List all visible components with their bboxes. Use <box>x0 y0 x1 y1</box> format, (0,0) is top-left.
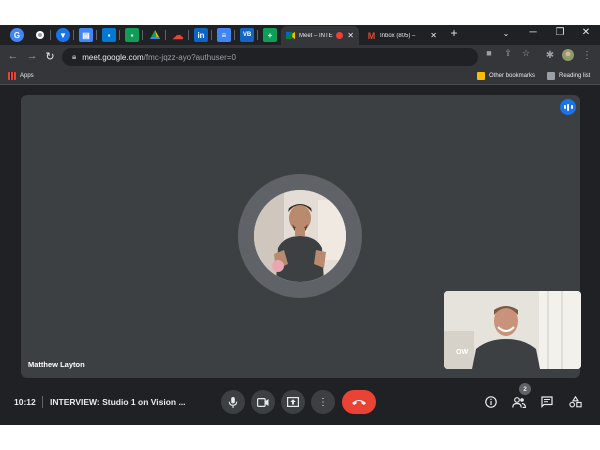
pinned-tab-icon[interactable]: VB <box>240 28 254 42</box>
folder-icon <box>477 72 485 80</box>
participant-name: Matthew Layton <box>28 360 85 369</box>
meeting-info-button[interactable] <box>483 394 499 410</box>
participant-photo <box>254 190 346 282</box>
self-view-tile[interactable]: OW <box>444 291 581 369</box>
url-path: /fmc-jqzz-ayo?authuser=0 <box>143 52 236 62</box>
more-options-button[interactable]: ⋮ <box>311 390 335 414</box>
lock-icon: 🔒︎ <box>72 52 77 61</box>
tab-strip: G ▼ ▤ ▪ ▪ ☁ in ≡ VB + Meet – INTE ✕ M In… <box>0 25 600 45</box>
more-options-icon: ⋮ <box>318 396 328 408</box>
people-button[interactable] <box>511 394 527 410</box>
audio-level-icon <box>560 99 576 115</box>
bookmark-label: Reading list <box>559 73 591 79</box>
bookmark-reading-list[interactable]: Reading list <box>547 72 590 80</box>
tab-title: Meet – INTE <box>299 32 333 39</box>
forward-button[interactable]: → <box>25 50 39 62</box>
bookmark-label: Apps <box>20 73 34 79</box>
tab-meet[interactable]: Meet – INTE ✕ <box>281 26 359 45</box>
restore-button[interactable]: ❐ <box>552 27 568 38</box>
url-host: meet.google.com <box>82 52 144 62</box>
recording-icon <box>336 32 344 39</box>
camera-in-use-icon[interactable]: ■ <box>483 48 495 58</box>
address-bar[interactable]: 🔒︎ meet.google.com /fmc-jqzz-ayo?authuse… <box>62 48 478 66</box>
bookmarks-bar: Apps Other bookmarks Reading list <box>0 69 600 85</box>
bookmark-label: Other bookmarks <box>489 73 536 79</box>
meet-control-bar: 10:12 INTERVIEW: Studio 1 on Vision ... … <box>0 383 600 425</box>
info-icon <box>485 396 497 408</box>
profile-avatar[interactable] <box>561 49 575 64</box>
pinned-tab-icon[interactable]: ▪ <box>102 28 116 42</box>
meeting-clock: 10:12 <box>14 397 36 407</box>
browser-window: G ▼ ▤ ▪ ▪ ☁ in ≡ VB + Meet – INTE ✕ M In… <box>0 25 600 425</box>
new-tab-button[interactable]: + <box>446 26 462 40</box>
present-button[interactable] <box>281 390 305 414</box>
browser-toolbar: ← → ↻ 🔒︎ meet.google.com /fmc-jqzz-ayo?a… <box>0 45 600 69</box>
end-call-icon <box>352 400 366 405</box>
apps-grid-icon <box>8 72 16 80</box>
extensions-icon[interactable]: ✱ <box>543 50 557 61</box>
back-button[interactable]: ← <box>6 50 20 62</box>
pinned-tab-icon[interactable]: in <box>194 28 208 42</box>
tab-title: Inbox (805) – <box>380 32 416 39</box>
pinned-tab-icon[interactable]: + <box>263 28 277 42</box>
pinned-tab-icon[interactable] <box>148 28 162 42</box>
meet-tab-icon <box>286 31 295 40</box>
reading-list-icon <box>547 72 555 80</box>
close-tab-icon[interactable]: ✕ <box>430 31 437 40</box>
reload-button[interactable]: ↻ <box>43 50 57 63</box>
bookmark-apps[interactable]: Apps <box>8 72 34 80</box>
chat-button[interactable] <box>539 394 555 410</box>
activities-icon <box>568 396 582 408</box>
tab-search-icon[interactable]: ⌄ <box>498 29 514 38</box>
pinned-tab-icon[interactable]: ▤ <box>79 28 93 42</box>
pinned-tab-icon[interactable]: ≡ <box>217 28 231 42</box>
gmail-tab-icon: M <box>367 30 376 41</box>
close-tab-icon[interactable]: ✕ <box>347 31 354 40</box>
tab-inbox[interactable]: M Inbox (805) – ✕ <box>362 26 442 45</box>
present-icon <box>287 397 299 407</box>
pinned-tab-icon[interactable] <box>33 28 47 42</box>
people-icon <box>512 396 526 408</box>
camera-icon <box>257 397 269 407</box>
microphone-button[interactable] <box>221 390 245 414</box>
microphone-icon <box>228 396 238 408</box>
pinned-tab-icon[interactable]: ☁ <box>171 28 185 42</box>
end-call-button[interactable] <box>342 390 376 414</box>
bookmark-star-icon[interactable]: ☆ <box>520 48 532 59</box>
close-window-button[interactable]: ✕ <box>578 27 594 38</box>
camera-button[interactable] <box>251 390 275 414</box>
meeting-title: INTERVIEW: Studio 1 on Vision ... <box>50 397 186 407</box>
bookmark-other[interactable]: Other bookmarks <box>477 72 535 80</box>
share-icon[interactable]: ⇪ <box>502 48 514 59</box>
pinned-tab-icon[interactable]: ▼ <box>56 28 70 42</box>
minimize-button[interactable]: ─ <box>525 27 541 38</box>
chat-icon <box>541 396 553 408</box>
activities-button[interactable] <box>567 394 583 410</box>
menu-kebab-icon[interactable]: ⋮ <box>580 50 594 61</box>
chrome-tab-icon[interactable]: G <box>10 28 24 42</box>
self-view-label: OW <box>456 349 469 356</box>
pinned-tab-icon[interactable]: ▪ <box>125 28 139 42</box>
